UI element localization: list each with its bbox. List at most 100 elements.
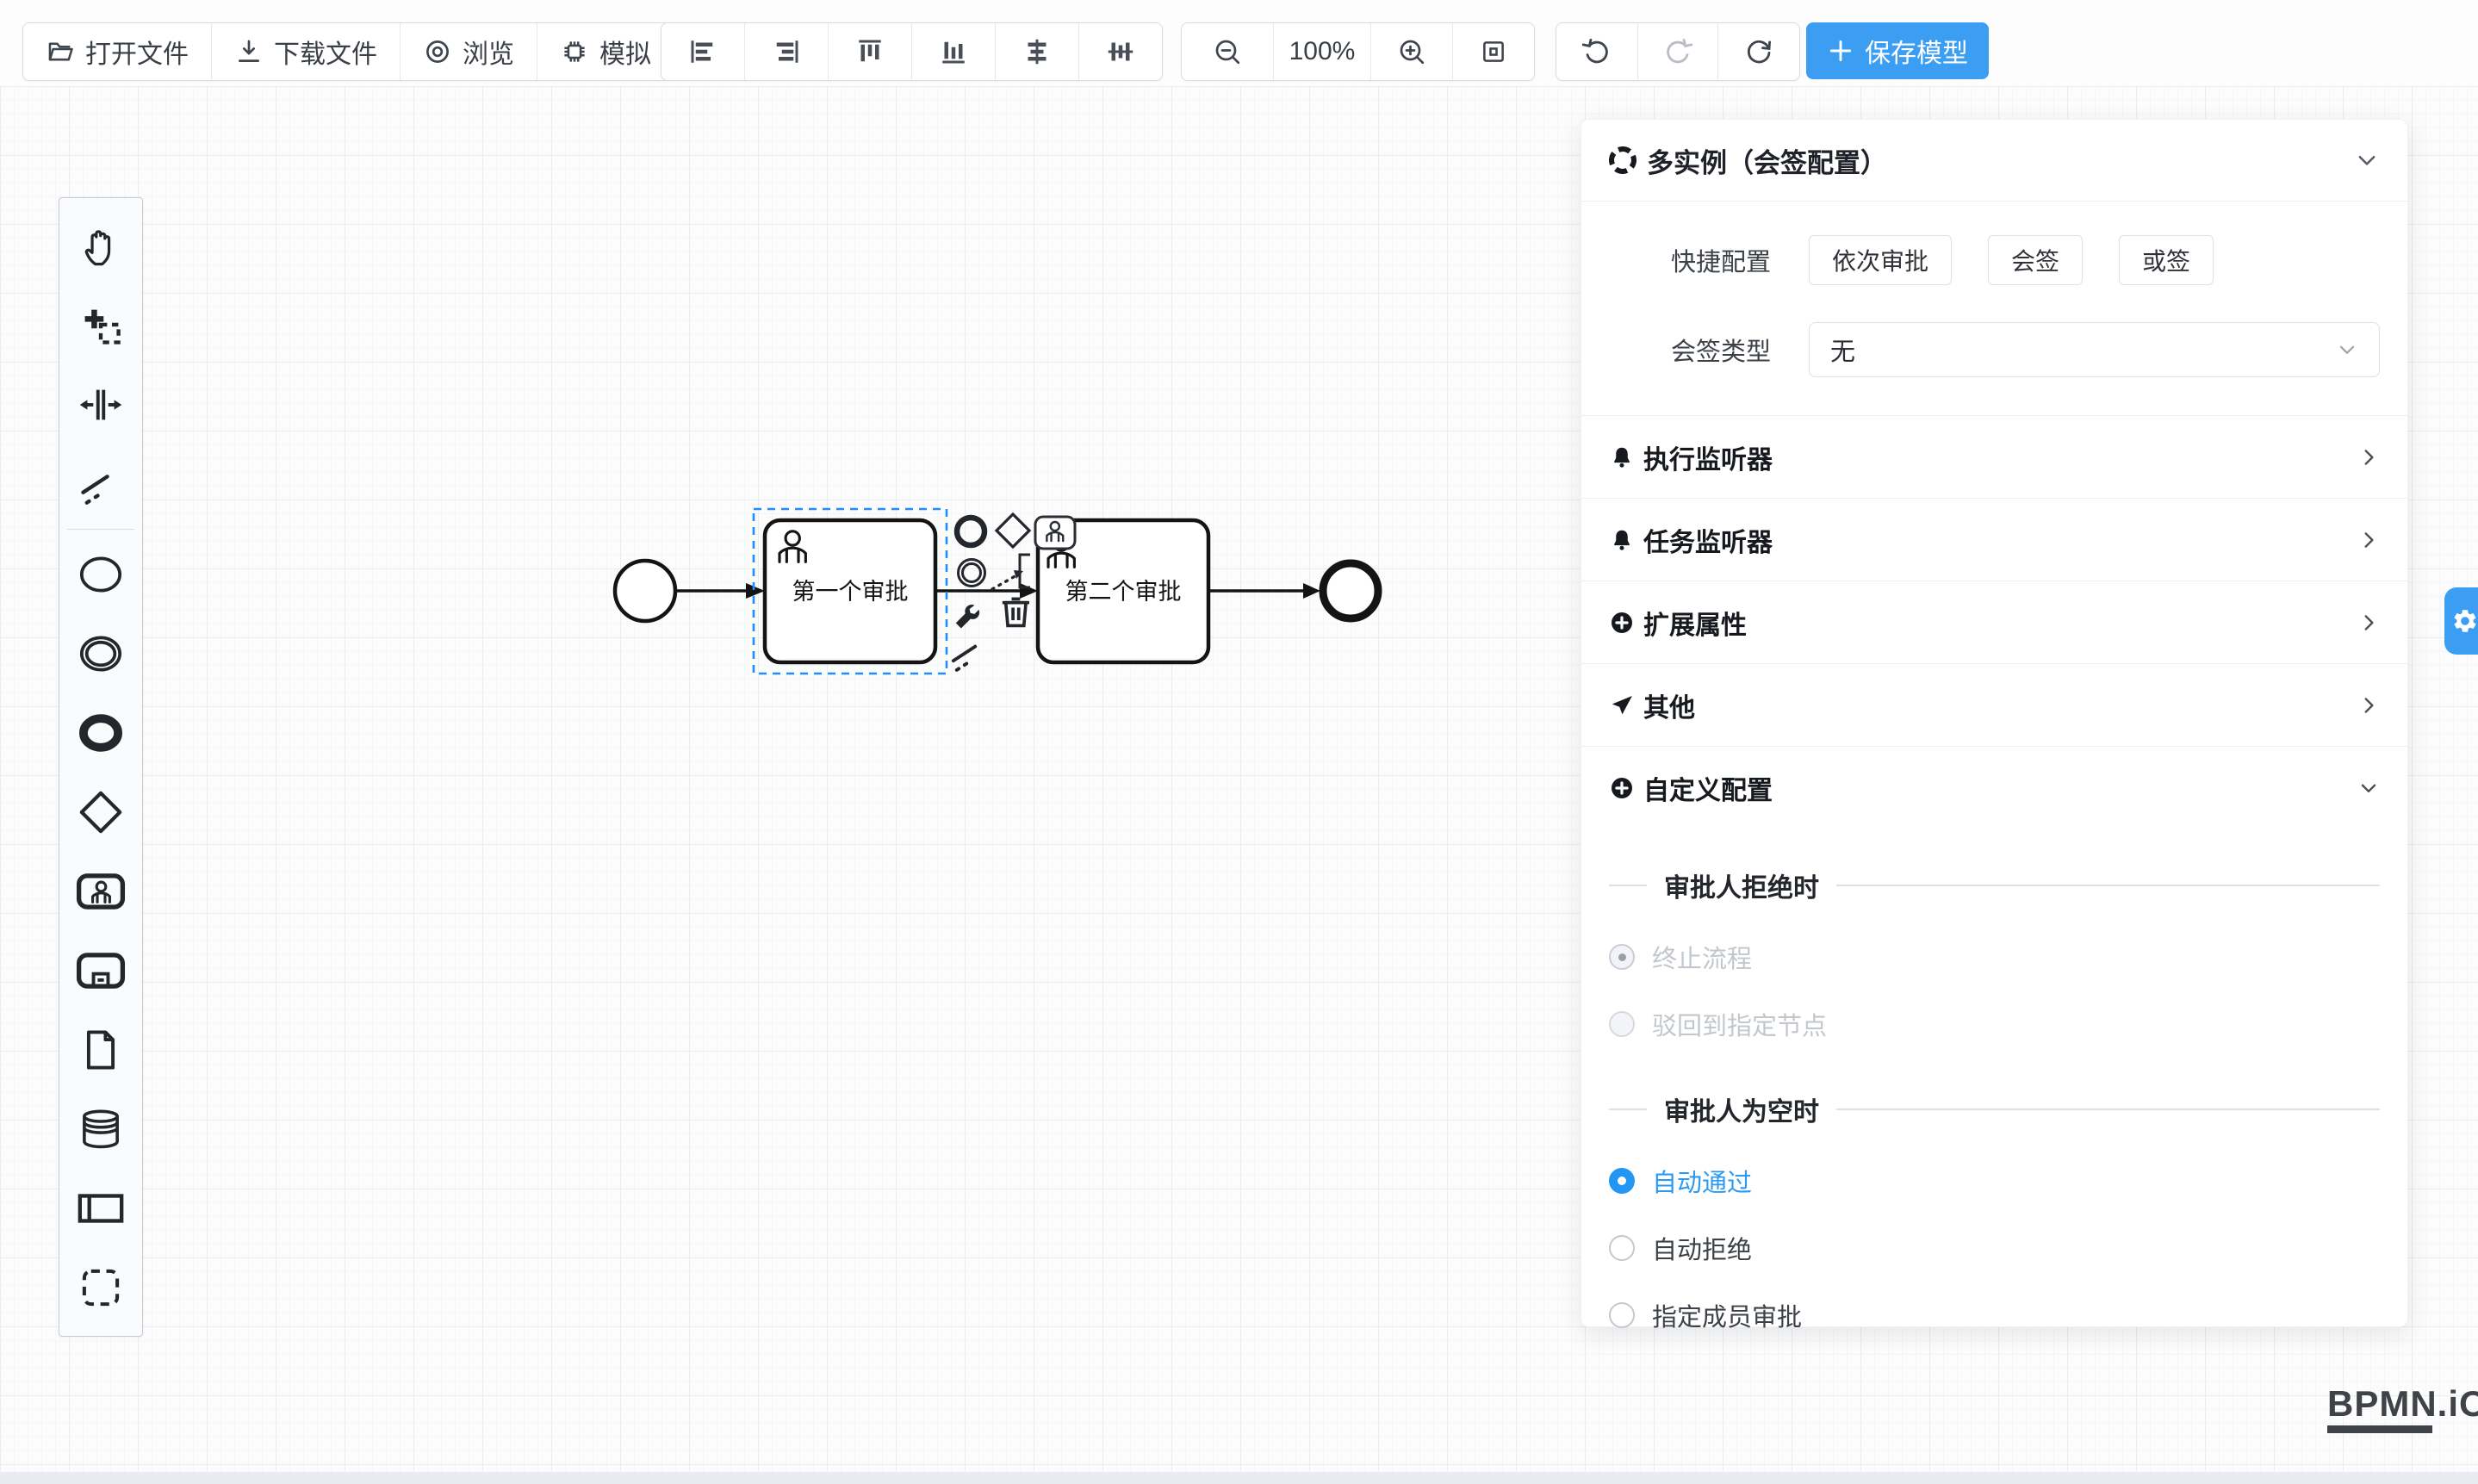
undo-button[interactable] bbox=[1556, 23, 1637, 80]
restart-button[interactable] bbox=[1717, 23, 1799, 80]
create-participant[interactable] bbox=[59, 1169, 142, 1248]
space-tool-icon bbox=[78, 382, 123, 427]
radio-disabled-checked bbox=[1609, 944, 1635, 970]
chevron-down-icon[interactable] bbox=[2354, 147, 2380, 173]
align-center-horizontal-button[interactable] bbox=[995, 23, 1078, 80]
create-user-task[interactable] bbox=[59, 852, 142, 931]
section-other[interactable]: 其他 bbox=[1581, 663, 2407, 746]
undo-icon bbox=[1581, 36, 1612, 67]
task1-label: 第一个审批 bbox=[792, 579, 909, 605]
create-end-event[interactable] bbox=[59, 693, 142, 773]
chevron-right-icon bbox=[2357, 529, 2380, 551]
panel-header[interactable]: 多实例（会签配置） bbox=[1581, 120, 2407, 202]
section-task-listener[interactable]: 任务监听器 bbox=[1581, 498, 2407, 581]
align-right-button[interactable] bbox=[744, 23, 828, 80]
radio-assign-member[interactable]: 指定成员审批 bbox=[1609, 1282, 2380, 1349]
quick-config-orsign-button[interactable]: 或签 bbox=[2119, 235, 2214, 285]
align-bottom-button[interactable] bbox=[911, 23, 995, 80]
create-data-object[interactable] bbox=[59, 1010, 142, 1090]
create-group[interactable] bbox=[59, 1248, 142, 1327]
history-toolbar-group bbox=[1556, 22, 1800, 81]
start-event-icon bbox=[77, 550, 125, 599]
user-task-icon bbox=[76, 866, 126, 916]
section-execution-listener[interactable]: 执行监听器 bbox=[1581, 415, 2407, 498]
horizontal-scrollbar[interactable] bbox=[0, 1472, 2478, 1484]
zoom-out-button[interactable] bbox=[1182, 23, 1273, 80]
section-custom-config[interactable]: 自定义配置 bbox=[1581, 746, 2407, 829]
append-task-icon[interactable] bbox=[1035, 517, 1075, 549]
send-icon bbox=[1609, 692, 1635, 718]
align-bottom-icon bbox=[938, 36, 969, 67]
redo-button[interactable] bbox=[1637, 23, 1717, 80]
zoom-in-icon bbox=[1396, 36, 1427, 67]
save-model-button[interactable]: 保存模型 bbox=[1806, 22, 1989, 79]
group-icon bbox=[78, 1264, 124, 1311]
create-start-event[interactable] bbox=[59, 535, 142, 614]
zoom-in-button[interactable] bbox=[1370, 23, 1452, 80]
create-subprocess[interactable] bbox=[59, 931, 142, 1010]
space-tool[interactable] bbox=[59, 365, 142, 444]
open-file-button[interactable]: 打开文件 bbox=[23, 23, 211, 80]
end-event-node[interactable] bbox=[1323, 563, 1378, 618]
lasso-tool[interactable] bbox=[59, 286, 142, 365]
download-file-button[interactable]: 下载文件 bbox=[211, 23, 400, 80]
align-left-button[interactable] bbox=[661, 23, 744, 80]
plus-icon bbox=[1827, 37, 1854, 65]
create-gateway[interactable] bbox=[59, 773, 142, 852]
global-connect-icon bbox=[78, 462, 123, 506]
properties-panel: 多实例（会签配置） 快捷配置 依次审批 会签 或签 会签类型 无 执行监听器 任… bbox=[1581, 119, 2408, 1327]
radio-auto-reject[interactable]: 自动拒绝 bbox=[1609, 1214, 2380, 1282]
gateway-icon bbox=[77, 788, 125, 836]
empty-group-divider: 审批人为空时 bbox=[1609, 1084, 2380, 1135]
bpmn-io-watermark[interactable]: BPMN.iO bbox=[2327, 1383, 2478, 1433]
simulate-label: 模拟 bbox=[599, 33, 651, 71]
multi-instance-icon bbox=[1609, 146, 1636, 174]
quick-config-sequential-button[interactable]: 依次审批 bbox=[1809, 235, 1952, 285]
sign-type-select[interactable]: 无 bbox=[1809, 322, 2380, 377]
align-center-vertical-button[interactable] bbox=[1078, 23, 1162, 80]
append-end-event-icon[interactable] bbox=[957, 518, 984, 545]
zoom-level-display[interactable]: 100% bbox=[1273, 23, 1370, 80]
align-top-button[interactable] bbox=[828, 23, 911, 80]
preview-button[interactable]: 浏览 bbox=[400, 23, 537, 80]
bell-icon bbox=[1609, 444, 1635, 470]
bell-icon bbox=[1609, 527, 1635, 553]
append-intermediate-event-icon[interactable] bbox=[959, 560, 985, 587]
connect-icon[interactable] bbox=[953, 640, 985, 670]
radio-auto-pass[interactable]: 自动通过 bbox=[1609, 1147, 2380, 1214]
section-extended-properties[interactable]: 扩展属性 bbox=[1581, 581, 2407, 663]
append-text-annotation-icon[interactable] bbox=[992, 555, 1030, 589]
preview-icon bbox=[423, 37, 452, 66]
sign-type-value: 无 bbox=[1830, 332, 2336, 368]
plus-circle-icon bbox=[1609, 610, 1635, 636]
create-data-store[interactable] bbox=[59, 1090, 142, 1169]
reject-group-title: 审批人拒绝时 bbox=[1664, 866, 1819, 904]
fit-viewport-button[interactable] bbox=[1452, 23, 1534, 80]
change-type-wrench-icon[interactable] bbox=[956, 605, 979, 628]
hand-tool[interactable] bbox=[59, 207, 142, 286]
global-connect-tool[interactable] bbox=[59, 444, 142, 524]
start-event-node[interactable] bbox=[615, 561, 675, 621]
create-intermediate-event[interactable] bbox=[59, 614, 142, 693]
radio-terminate-process[interactable]: 终止流程 bbox=[1609, 923, 2380, 990]
quick-config-label: 快捷配置 bbox=[1609, 242, 1771, 278]
hand-icon bbox=[78, 224, 123, 269]
preview-label: 浏览 bbox=[463, 33, 514, 71]
task2-label: 第二个审批 bbox=[1065, 579, 1182, 605]
redo-icon bbox=[1662, 36, 1693, 67]
append-gateway-icon[interactable] bbox=[997, 514, 1029, 547]
quick-config-countersign-button[interactable]: 会签 bbox=[1988, 235, 2083, 285]
zoom-toolbar-group: 100% bbox=[1181, 22, 1535, 81]
settings-side-tab[interactable] bbox=[2444, 587, 2478, 655]
delete-trash-icon[interactable] bbox=[1003, 599, 1029, 625]
radio-unchecked bbox=[1609, 1235, 1635, 1261]
radio-return-to-node[interactable]: 驳回到指定节点 bbox=[1609, 990, 2380, 1058]
download-icon bbox=[234, 37, 264, 66]
lasso-icon bbox=[78, 303, 123, 348]
zoom-level-value: 100% bbox=[1289, 37, 1356, 66]
chevron-down-icon bbox=[2336, 338, 2358, 361]
radio-unchecked bbox=[1609, 1302, 1635, 1328]
user-task-node-1[interactable]: 第一个审批 bbox=[765, 520, 935, 662]
align-left-icon bbox=[687, 36, 718, 67]
simulate-button[interactable]: 模拟 bbox=[537, 23, 674, 80]
